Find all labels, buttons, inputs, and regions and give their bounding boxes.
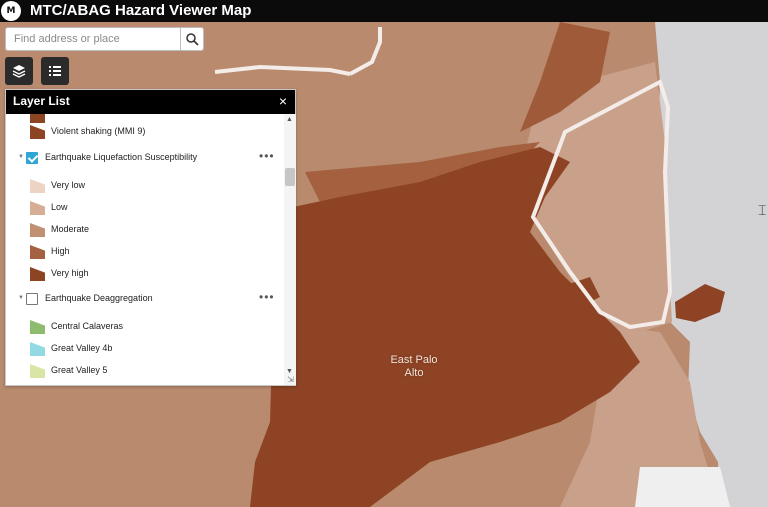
search-input[interactable] [6, 28, 180, 50]
chevron-down-icon[interactable]: ▼ [18, 295, 24, 301]
mtc-logo-icon: M [1, 1, 21, 21]
legend-swatch [30, 364, 45, 378]
legend-item: Central Calaveras [6, 317, 284, 337]
resize-handle-icon[interactable]: ⇲ [287, 375, 294, 384]
legend-label: Violent shaking (MMI 9) [51, 126, 146, 136]
layer-list-body: Violent shaking (MMI 9) ▼ Earthquake Liq… [6, 114, 284, 385]
legend-button[interactable] [41, 57, 69, 85]
legend-item: High [6, 242, 284, 262]
layer-visibility-checkbox[interactable] [26, 152, 38, 164]
legend-label: Great Valley 4b [51, 343, 113, 353]
legend-item: Great Valley 5 [6, 361, 284, 381]
app-title: MTC/ABAG Hazard Viewer Map [30, 2, 252, 19]
legend-label: Central Calaveras [51, 321, 124, 331]
legend-item: Very low [6, 176, 284, 196]
legend-item: Violent shaking (MMI 9) [6, 122, 284, 142]
legend-label: Very low [51, 180, 86, 190]
layer-list-panel: Layer List × Violent shaking (MMI 9) ▼ E… [5, 89, 296, 386]
search-container [5, 27, 181, 51]
layer-label: Earthquake Liquefaction Susceptibility [45, 152, 198, 162]
legend-swatch [30, 223, 45, 237]
layer-label: Earthquake Deaggregation [45, 293, 153, 303]
scrollbar-thumb[interactable] [285, 168, 295, 186]
app-header: M MTC/ABAG Hazard Viewer Map [0, 0, 768, 22]
more-options-icon[interactable]: ••• [259, 290, 275, 304]
legend-swatch [30, 245, 45, 259]
chevron-up-icon[interactable]: ▲ [286, 116, 293, 123]
legend-label: Great Valley 5 [51, 365, 108, 375]
legend-item: Moderate [6, 220, 284, 240]
legend-item: Low [6, 198, 284, 218]
panel-header: Layer List × [6, 90, 295, 114]
panel-scrollbar[interactable]: ▲ ▼ [284, 114, 296, 385]
legend-label: Very high [51, 268, 89, 278]
layer-item-deaggregation[interactable]: ▼ Earthquake Deaggregation ••• [6, 289, 284, 309]
legend-swatch [30, 125, 45, 139]
legend-label: High [51, 246, 70, 256]
search-icon [186, 33, 199, 46]
place-label-east-palo-alto: East Palo Alto [390, 354, 438, 379]
layers-icon [12, 65, 26, 78]
legend-item: Great Valley 4b [6, 339, 284, 359]
legend-label: Low [51, 202, 68, 212]
search-button[interactable] [180, 27, 204, 51]
legend-label: Moderate [51, 224, 90, 234]
chevron-down-icon[interactable]: ▼ [18, 154, 24, 160]
more-options-icon[interactable]: ••• [259, 149, 275, 163]
legend-item: Very high [6, 264, 284, 284]
legend-label [51, 114, 54, 120]
legend-swatch [30, 320, 45, 334]
legend-swatch [30, 267, 45, 281]
layer-visibility-checkbox[interactable] [26, 293, 38, 305]
legend-swatch [30, 201, 45, 215]
mouse-cursor-icon: ⌶ [758, 202, 767, 218]
legend-swatch [30, 342, 45, 356]
close-icon[interactable]: × [279, 93, 287, 109]
layer-item-liquefaction[interactable]: ▼ Earthquake Liquefaction Susceptibility… [6, 148, 284, 168]
chevron-down-icon[interactable]: ▼ [286, 368, 293, 375]
list-icon [49, 66, 61, 76]
legend-swatch [30, 179, 45, 193]
layers-button[interactable] [5, 57, 33, 85]
panel-title: Layer List [13, 94, 70, 108]
